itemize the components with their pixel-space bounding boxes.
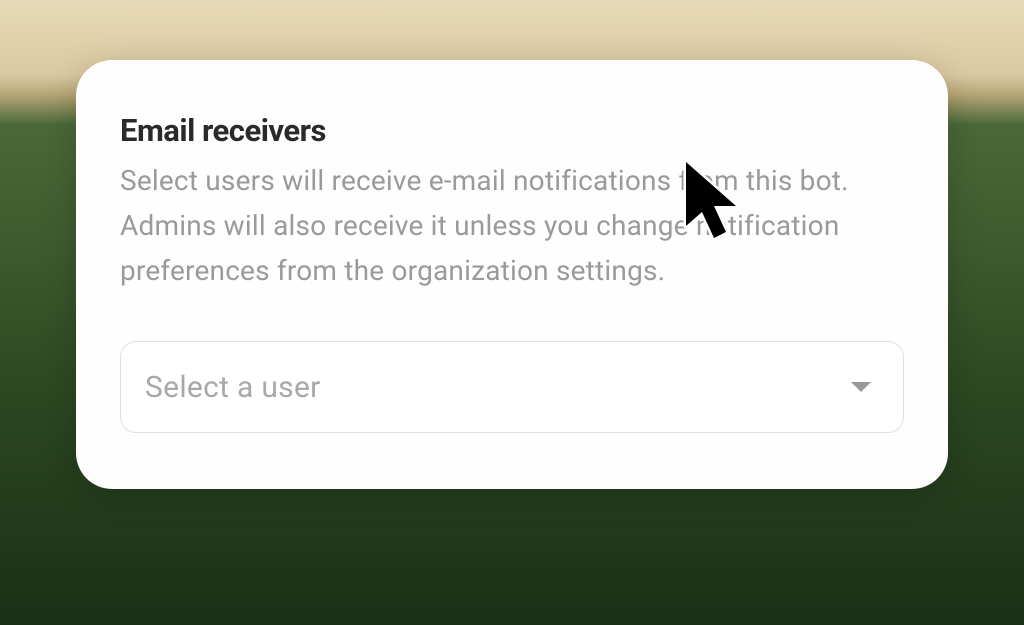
email-receivers-card: Email receivers Select users will receiv… — [76, 60, 948, 489]
chevron-down-icon — [851, 382, 871, 392]
card-title: Email receivers — [120, 112, 904, 149]
select-placeholder: Select a user — [145, 370, 321, 405]
select-wrapper: Select a user — [120, 341, 904, 433]
card-description: Select users will receive e-mail notific… — [120, 159, 904, 293]
user-select-dropdown[interactable]: Select a user — [120, 341, 904, 433]
